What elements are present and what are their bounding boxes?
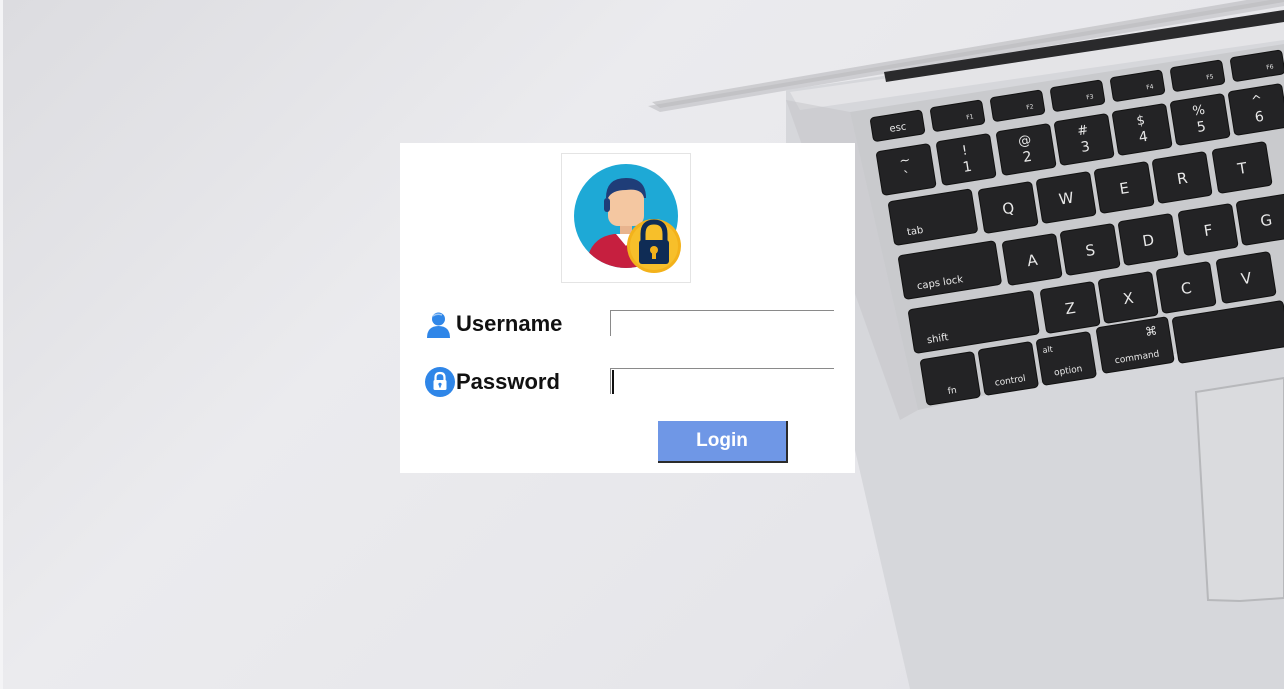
key-e: E [1094, 161, 1155, 214]
key-num-5: %5 [1170, 93, 1231, 146]
key-num-1: !1 [936, 133, 997, 186]
key-num-0: ~` [876, 143, 937, 196]
user-lock-icon [574, 164, 681, 273]
key-a: A [1002, 233, 1063, 286]
key-command-label: ⌘ [1144, 324, 1158, 340]
password-input[interactable] [610, 368, 834, 394]
key-x: X [1098, 271, 1159, 324]
key-q: Q [978, 181, 1039, 234]
password-row: Password [425, 365, 560, 399]
key-num-2: @2 [996, 123, 1057, 176]
key-num-6-label: ^ [1250, 93, 1263, 110]
username-row: Username [425, 307, 562, 341]
login-dialog: Username Password Login [400, 143, 855, 473]
key-s: S [1060, 223, 1121, 276]
key-d: D [1118, 213, 1179, 266]
key-num-2-label: @ [1017, 133, 1032, 150]
key-c: C [1156, 261, 1217, 314]
text-caret [612, 370, 614, 394]
key-num-0-label: ~ [898, 153, 911, 170]
key-r: R [1152, 151, 1213, 204]
lock-icon [425, 367, 455, 397]
key-t: T [1212, 141, 1273, 194]
key-w-label: W [1058, 188, 1076, 208]
key-f5-label: F5 [1206, 73, 1214, 81]
username-input[interactable] [610, 310, 834, 336]
username-label: Username [456, 311, 563, 336]
key-f2-label: F2 [1026, 103, 1034, 111]
key-f3-label: F3 [1086, 93, 1094, 101]
key-f: F [1178, 203, 1239, 256]
user-icon [427, 312, 450, 338]
key-num-5-label: % [1192, 103, 1207, 120]
login-button[interactable]: Login [658, 421, 788, 463]
avatar-frame [561, 153, 691, 283]
key-w: W [1036, 171, 1097, 224]
key-num-6: ^6 [1228, 83, 1284, 136]
key-f4-label: F4 [1146, 83, 1154, 91]
key-f1-label: F1 [966, 113, 974, 121]
key-num-4: $4 [1112, 103, 1173, 156]
key-num-3-label: # [1076, 123, 1089, 140]
key-fn: fn [920, 351, 981, 406]
key-z: Z [1040, 281, 1101, 334]
key-num-3: #3 [1054, 113, 1115, 166]
key-f6-label: F6 [1266, 63, 1274, 71]
key-v: V [1216, 251, 1277, 304]
password-label: Password [456, 369, 560, 394]
key-option: altoption [1036, 331, 1097, 386]
key-option-label: alt [1042, 345, 1054, 355]
key-control: control [978, 341, 1039, 396]
key-fn-label: fn [947, 386, 957, 397]
key-g: G [1236, 193, 1284, 246]
